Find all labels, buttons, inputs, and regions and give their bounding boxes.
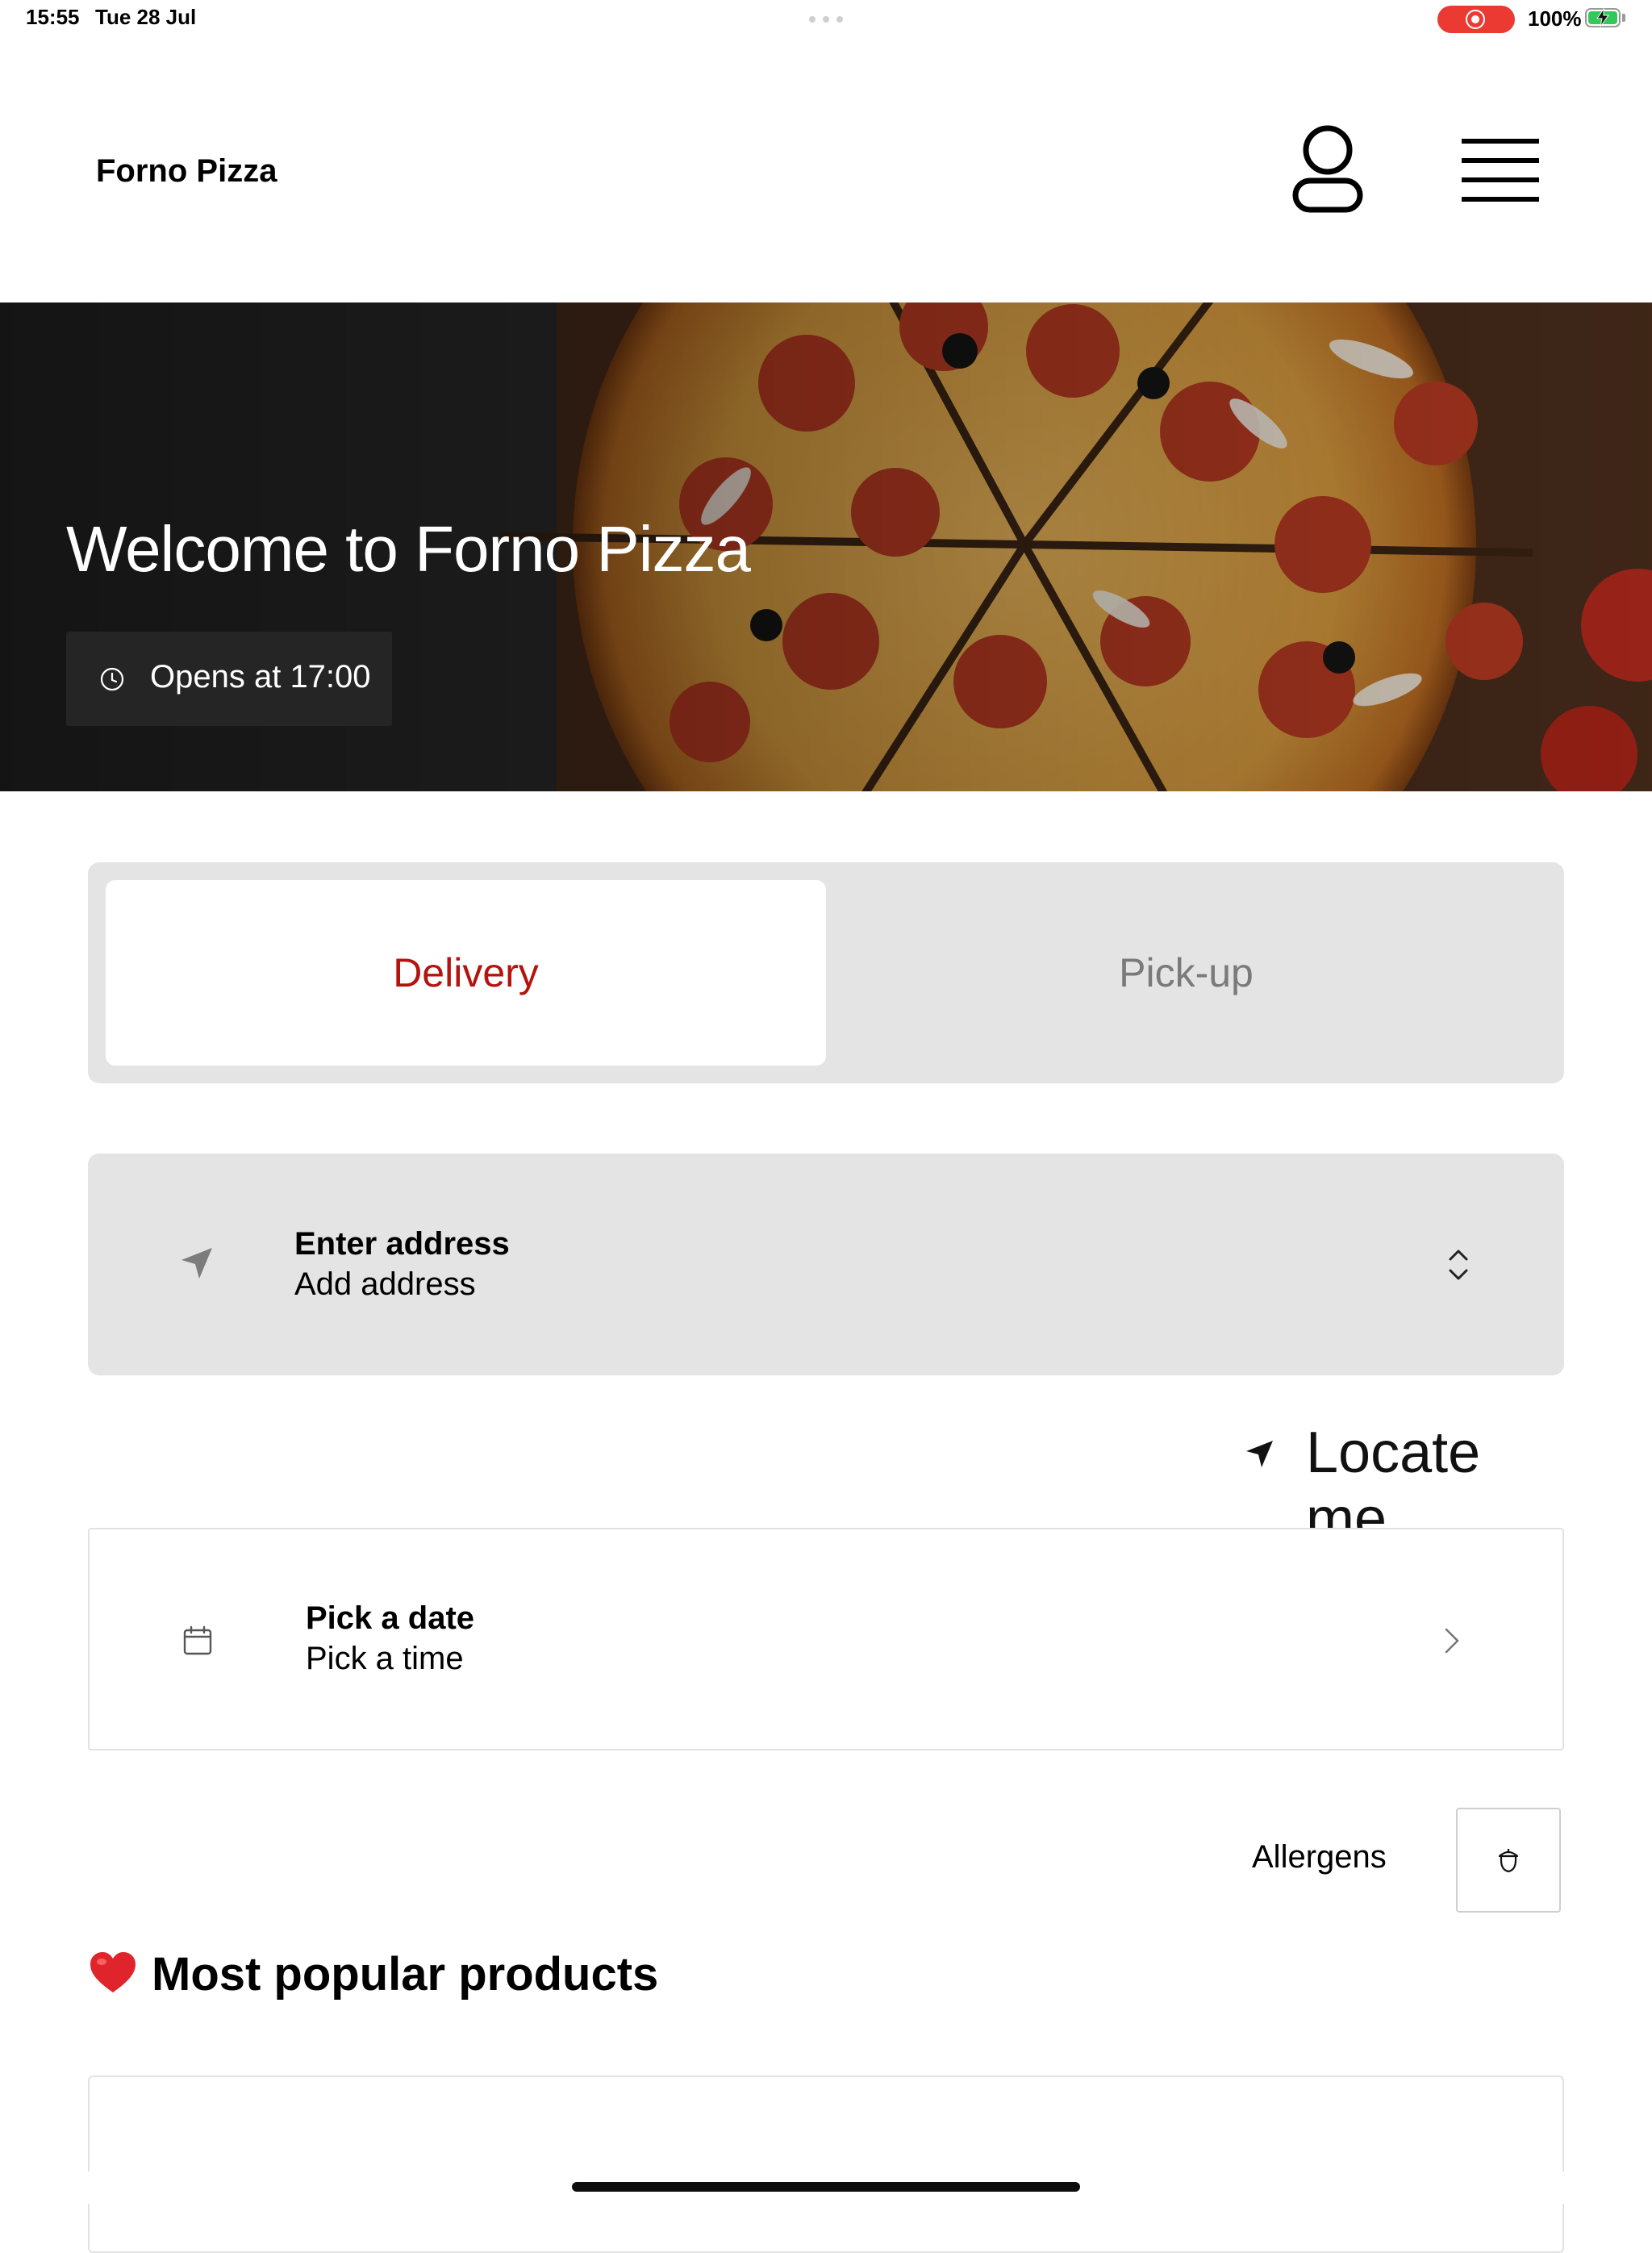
location-arrow-icon xyxy=(181,1248,212,1279)
section-title-popular: Most popular products xyxy=(152,1948,659,2001)
date-time-selector[interactable]: Pick a date Pick a time xyxy=(88,1528,1564,1750)
date-title: Pick a date xyxy=(306,1600,475,1636)
order-type-segmented-control: Delivery Pick-up xyxy=(88,862,1564,1083)
hero-banner: Welcome to Forno Pizza Opens at 17:00 xyxy=(0,302,1652,791)
product-card[interactable] xyxy=(88,2076,1564,2253)
status-bar: 15:55 Tue 28 Jul 100% xyxy=(0,0,1652,39)
profile-button[interactable] xyxy=(1287,123,1368,218)
tab-pick-up[interactable]: Pick-up xyxy=(826,880,1546,1066)
allergens-button[interactable] xyxy=(1456,1808,1561,1913)
person-icon xyxy=(1292,125,1363,213)
chevron-right-icon xyxy=(1445,1628,1459,1654)
chevron-up-down-icon xyxy=(1449,1250,1468,1280)
screen-recording-icon[interactable] xyxy=(1437,6,1515,33)
address-selector[interactable]: Enter address Add address xyxy=(88,1154,1564,1375)
multitasking-dots[interactable] xyxy=(809,16,843,23)
brand-name[interactable]: Forno Pizza xyxy=(96,153,277,190)
time-subtitle: Pick a time xyxy=(306,1641,464,1676)
status-time: 15:55 xyxy=(26,5,80,29)
hamburger-menu-icon xyxy=(1462,139,1539,202)
home-indicator[interactable] xyxy=(572,2182,1080,2192)
battery-percentage: 100% xyxy=(1528,6,1582,31)
status-date: Tue 28 Jul xyxy=(95,5,197,29)
allergens-label: Allergens xyxy=(1252,1839,1387,1875)
menu-button[interactable] xyxy=(1460,136,1541,207)
calendar-icon xyxy=(183,1625,212,1655)
clock-icon xyxy=(100,667,124,691)
acorn-icon xyxy=(1498,1849,1519,1873)
address-subtitle: Add address xyxy=(294,1266,476,1302)
tab-delivery[interactable]: Delivery xyxy=(106,880,826,1066)
locate-me-button[interactable]: Locate me xyxy=(1234,1420,1565,1551)
opening-hours-badge: Opens at 17:00 xyxy=(66,632,392,726)
location-arrow-icon xyxy=(1246,1441,1273,1467)
charging-bolt-icon xyxy=(1596,8,1609,27)
heart-icon xyxy=(90,1952,136,1992)
opening-hours-text: Opens at 17:00 xyxy=(150,659,371,695)
address-title: Enter address xyxy=(294,1226,510,1262)
battery-icon xyxy=(1585,8,1621,27)
hero-title: Welcome to Forno Pizza xyxy=(66,513,751,585)
